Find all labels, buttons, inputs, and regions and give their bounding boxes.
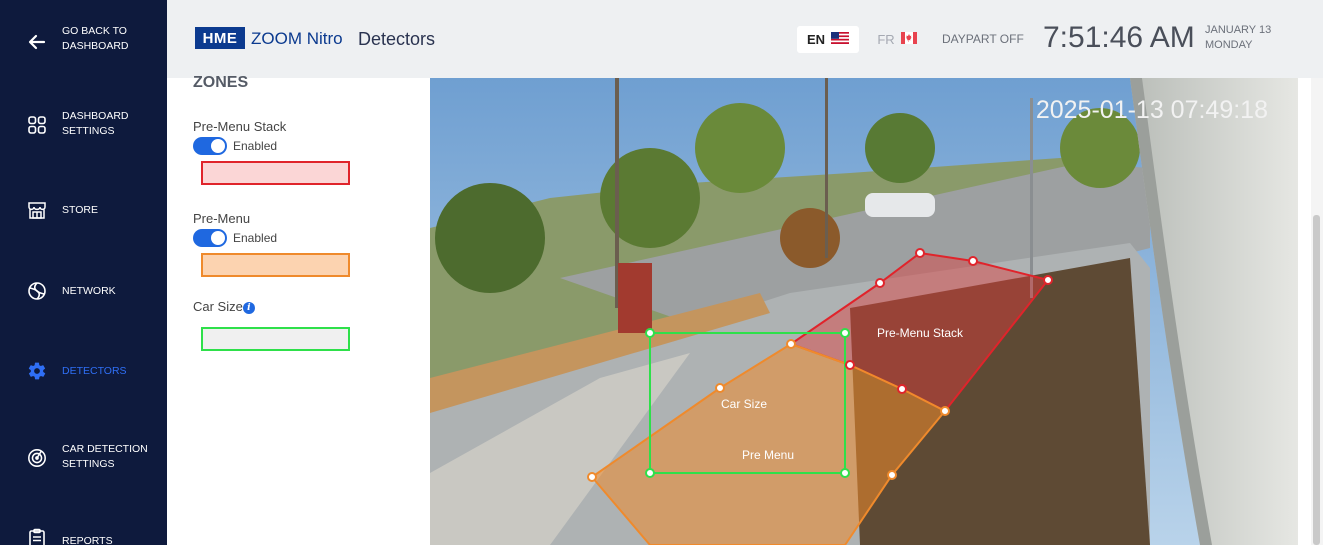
store-icon — [27, 200, 47, 220]
sidebar-item-label: CAR DETECTION — [62, 443, 148, 455]
page-title: Detectors — [358, 29, 436, 49]
sidebar-item-store[interactable]: STORE — [0, 197, 167, 223]
car-size-color-swatch[interactable] — [201, 327, 350, 351]
car-size-zone-label: Car Size — [721, 397, 767, 411]
sidebar-item-dashboard-settings[interactable]: DASHBOARD SETTINGS — [0, 105, 167, 145]
zone-name-car-size: Car Size i — [193, 299, 255, 314]
sidebar-item-detectors[interactable]: DETECTORS — [0, 358, 167, 384]
hme-logo: HME — [195, 27, 245, 49]
zones-heading: ZONES — [193, 74, 249, 91]
toggle-label: Enabled — [233, 231, 278, 245]
sidebar-item-label: SETTINGS — [62, 125, 115, 137]
dashboard-grid-icon — [27, 115, 47, 135]
sidebar-item-reports[interactable]: REPORTS — [0, 528, 167, 545]
zone-name-pre-menu-stack: Pre-Menu Stack — [193, 119, 287, 134]
toggle-switch[interactable] — [193, 137, 227, 155]
zone-name-pre-menu: Pre-Menu — [193, 211, 251, 226]
camera-timestamp: 2025-01-13 07:49:18 — [1036, 96, 1268, 124]
sidebar-item-label: DETECTORS — [62, 365, 127, 377]
toggle-label: Enabled — [233, 139, 278, 153]
camera-scene: 2025-01-13 07:49:18 Pre-Menu Stack Car S… — [430, 78, 1298, 545]
scrollbar-thumb[interactable] — [1313, 215, 1320, 545]
sidebar-item-car-detection-settings[interactable]: CAR DETECTION SETTINGS — [0, 440, 167, 480]
sidebar-item-label: DASHBOARD — [62, 40, 129, 52]
zoom-nitro-brand: ZOOM Nitro — [251, 29, 343, 48]
weekday-line: MONDAY — [1205, 39, 1253, 51]
sidebar-item-label: GO BACK TO — [62, 25, 127, 37]
car-size-label: Car Size — [193, 299, 243, 314]
sidebar-item-back-to-dashboard[interactable]: GO BACK TO DASHBOARD — [0, 22, 167, 62]
date-line: JANUARY 13 — [1205, 24, 1272, 36]
sidebar: GO BACK TO DASHBOARD DASHBOARD SETTINGS … — [0, 0, 167, 545]
info-icon[interactable]: i — [242, 302, 255, 314]
date-display: JANUARY 13 MONDAY — [1205, 23, 1271, 53]
language-en-label: EN — [806, 32, 826, 47]
network-icon — [27, 281, 47, 301]
back-arrow-icon — [27, 32, 47, 52]
clipboard-icon — [27, 528, 47, 545]
daypart-status: DAYPART OFF — [942, 32, 1024, 46]
canada-flag-icon — [900, 32, 917, 47]
sidebar-item-network[interactable]: NETWORK — [0, 278, 167, 304]
language-en-button[interactable]: EN — [797, 26, 859, 53]
pre-menu-stack-toggle[interactable]: Enabled — [193, 137, 277, 155]
pre-menu-stack-zone-label: Pre-Menu Stack — [877, 326, 964, 340]
toggle-switch[interactable] — [193, 229, 227, 247]
radar-icon — [27, 448, 47, 468]
pre-menu-stack-color-swatch[interactable] — [201, 161, 350, 185]
sidebar-item-label: REPORTS — [62, 535, 113, 545]
top-header: HME ZOOM Nitro Detectors EN FR DAYPART O… — [167, 0, 1323, 78]
pre-menu-toggle[interactable]: Enabled — [193, 229, 277, 247]
pre-menu-zone-label: Pre Menu — [742, 448, 794, 462]
sidebar-item-label: DASHBOARD — [62, 110, 129, 122]
sidebar-item-label: SETTINGS — [62, 458, 115, 470]
clock-time: 7:51:46 AM — [1043, 21, 1195, 54]
language-fr-label: FR — [877, 32, 895, 47]
sidebar-item-label: NETWORK — [62, 285, 116, 297]
gear-icon — [27, 361, 47, 381]
sidebar-item-label: STORE — [62, 204, 98, 216]
pre-menu-color-swatch[interactable] — [201, 253, 350, 277]
us-flag-icon — [831, 32, 850, 47]
language-fr-button[interactable]: FR — [871, 26, 923, 53]
camera-feed[interactable]: 2025-01-13 07:49:18 Pre-Menu Stack Car S… — [430, 78, 1298, 545]
